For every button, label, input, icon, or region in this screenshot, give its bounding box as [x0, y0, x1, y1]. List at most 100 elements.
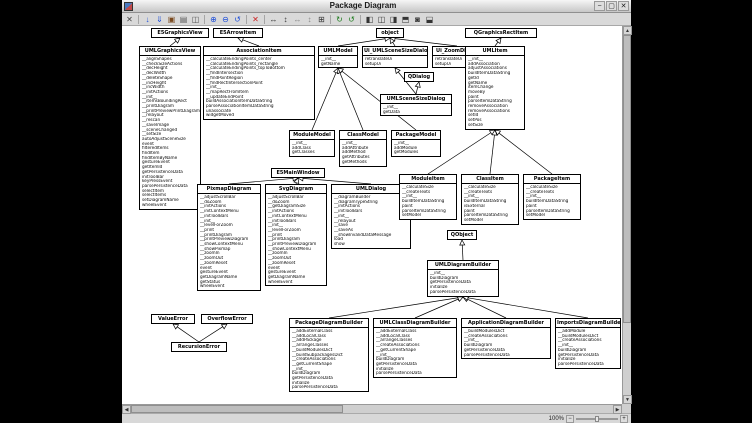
increase-width-icon[interactable]: ↔: [268, 14, 279, 25]
scroll-left-icon[interactable]: ◀: [122, 405, 131, 414]
v-scroll-track[interactable]: [623, 35, 631, 395]
class-ClassItem[interactable]: ClassItem__calculateSize__createTexts__i…: [461, 174, 519, 225]
class-UMLModel[interactable]: UMLModel__init__getName: [318, 46, 358, 68]
class-PackageItem[interactable]: PackageItem__calculateSize__createTexts_…: [523, 174, 581, 220]
class-ImportsDiagramBuilder[interactable]: ImportsDiagramBuilder__addModule__buildM…: [555, 318, 621, 369]
class-RecursionError[interactable]: RecursionError: [171, 342, 227, 352]
zoom-slider[interactable]: [576, 415, 618, 423]
align-top-icon[interactable]: ⬒: [400, 14, 411, 25]
class-ClassModel[interactable]: ClassModel__init__addAttributeaddMethodg…: [339, 130, 387, 167]
inheritance-arrowhead: [496, 38, 501, 44]
toolbar-separator: [246, 15, 247, 24]
class-methods: __addModule__buildModulesDict__createAss…: [556, 328, 620, 368]
h-scroll-thumb[interactable]: [131, 405, 343, 413]
class-methods: __calculateSize__createTexts__init__buil…: [524, 184, 580, 219]
title-bar[interactable]: Package Diagram − ▢ ✕: [122, 0, 631, 13]
class-title: QObject: [448, 231, 476, 239]
class-QGraphicsRectItem[interactable]: QGraphicsRectItem: [465, 28, 537, 38]
class-PackageDiagramBuilder[interactable]: PackageDiagramBuilder__addExternalClass_…: [289, 318, 369, 392]
v-scrollbar[interactable]: ▲ ▼: [622, 26, 631, 404]
save-icon[interactable]: ↓: [142, 14, 153, 25]
save-image-icon[interactable]: ▣: [166, 14, 177, 25]
scroll-right-icon[interactable]: ▶: [613, 405, 622, 414]
class-title: UMLModel: [319, 47, 357, 56]
canvas-wrap: E5GraphicsView E5ArrowItem object QGraphics…: [122, 26, 631, 404]
align-middle-icon[interactable]: ◙: [412, 14, 423, 25]
align-right-icon[interactable]: ◨: [388, 14, 399, 25]
increase-height-icon[interactable]: ↕: [280, 14, 291, 25]
class-PackageModel[interactable]: PackageModel__init__addModulegetModules: [391, 130, 441, 157]
relayout-icon[interactable]: ↻: [334, 14, 345, 25]
class-methods: __adjustScrollBar__doZoom__initActions__…: [198, 194, 260, 290]
scrollbar-corner: [622, 404, 631, 413]
class-title: AssociationItem: [204, 47, 314, 56]
class-QObject[interactable]: QObject: [447, 230, 477, 240]
window-controls: − ▢ ✕: [593, 1, 629, 11]
class-PixmapDiagram[interactable]: PixmapDiagram__adjustScrollBar__doZoom__…: [197, 184, 261, 291]
zoom-value-label: 100%: [549, 416, 564, 422]
class-QDialog[interactable]: QDialog: [404, 72, 434, 82]
print-preview-icon[interactable]: ◫: [190, 14, 201, 25]
class-title: ClassItem: [462, 175, 518, 184]
class-UMLGraphicsView[interactable]: UMLGraphicsView__alignShapes__checkSizeA…: [139, 46, 201, 210]
v-scroll-thumb[interactable]: [623, 35, 631, 323]
print-icon[interactable]: ▤: [178, 14, 189, 25]
inheritance-edge: [490, 135, 494, 174]
save-as-icon[interactable]: ⇓: [154, 14, 165, 25]
class-E5MainWindow[interactable]: E5MainWindow: [271, 168, 325, 178]
class-E5GraphicsView[interactable]: E5GraphicsView: [151, 28, 209, 38]
class-UMLDiagramBuilder[interactable]: UMLDiagramBuilder__init__buildDiagramget…: [427, 260, 499, 297]
class-UMLClassDiagramBuilder[interactable]: UMLClassDiagramBuilder__addExternalClass…: [373, 318, 457, 378]
class-AssociationItem[interactable]: AssociationItem__calculateEndingPoints_c…: [203, 46, 315, 120]
minimize-button[interactable]: −: [594, 1, 605, 11]
class-title: QGraphicsRectItem: [466, 29, 536, 37]
inheritance-edge: [467, 299, 506, 318]
class-title: object: [377, 29, 403, 37]
class-ApplicationDiagramBuilder[interactable]: ApplicationDiagramBuilder__buildModulesD…: [461, 318, 551, 359]
diagram-canvas[interactable]: E5GraphicsView E5ArrowItem object QGraphics…: [122, 26, 622, 404]
class-object[interactable]: object: [376, 28, 404, 38]
maximize-button[interactable]: ▢: [606, 1, 617, 11]
class-methods: retranslateUisetupUi: [363, 56, 427, 67]
class-title: ValueError: [152, 315, 194, 323]
decrease-width-icon[interactable]: ↔: [292, 14, 303, 25]
class-methods: __buildModulesDict__createAssociations__…: [462, 328, 550, 358]
class-Ui_UMLSceneSizeDialog[interactable]: Ui_UMLSceneSizeDialogretranslateUisetupU…: [362, 46, 428, 68]
app-window: Package Diagram − ▢ ✕ ✕↓⇓▣▤◫⊕⊖↺✕↔↕↔↕⊞↻↺◧…: [122, 0, 631, 423]
class-ValueError[interactable]: ValueError: [151, 314, 195, 324]
class-SvgDiagram[interactable]: SvgDiagram__adjustScrollBar__doZoom__get…: [265, 184, 327, 286]
inheritance-edge: [177, 327, 199, 342]
decrease-height-icon[interactable]: ↕: [304, 14, 315, 25]
delete-shape-icon[interactable]: ✕: [250, 14, 261, 25]
set-size-icon[interactable]: ⊞: [316, 14, 327, 25]
class-ModuleModel[interactable]: ModuleModel__init__addClassgetClasses: [289, 130, 335, 157]
close-button[interactable]: ✕: [618, 1, 629, 11]
scroll-down-icon[interactable]: ▼: [623, 395, 632, 404]
align-center-icon[interactable]: ◫: [376, 14, 387, 25]
scroll-up-icon[interactable]: ▲: [623, 26, 632, 35]
class-ModuleItem[interactable]: ModuleItem__calculateSize__createTexts__…: [399, 174, 457, 220]
class-OverflowError[interactable]: OverflowError: [201, 314, 253, 324]
class-E5ArrowItem[interactable]: E5ArrowItem: [213, 28, 263, 38]
status-bar: 100% − +: [122, 413, 631, 423]
rescan-icon[interactable]: ↺: [346, 14, 357, 25]
inheritance-edge: [395, 39, 457, 46]
zoom-reset-icon[interactable]: ↺: [232, 14, 243, 25]
zoom-out-button[interactable]: −: [566, 415, 574, 423]
class-UMLSceneSizeDialog[interactable]: UMLSceneSizeDialog__init__getData: [380, 94, 452, 116]
class-title: PackageDiagramBuilder: [290, 319, 368, 328]
toolbar-separator: [138, 15, 139, 24]
class-methods: __addExternalClass__addLocalClass__addPa…: [290, 328, 368, 391]
zoom-in-button[interactable]: +: [620, 415, 628, 423]
window-close-icon[interactable]: ✕: [124, 14, 135, 25]
h-scroll-track[interactable]: [131, 405, 613, 413]
toolbar-separator: [264, 15, 265, 24]
class-UMLItem[interactable]: UMLItem__init__addAssociationadjustAssoc…: [465, 46, 525, 130]
h-scrollbar[interactable]: ◀ ▶: [122, 404, 622, 413]
class-methods: __init__addAssociationadjustAssociations…: [466, 56, 524, 129]
zoom-in-icon[interactable]: ⊕: [208, 14, 219, 25]
zoom-out-icon[interactable]: ⊖: [220, 14, 231, 25]
align-left-icon[interactable]: ◧: [364, 14, 375, 25]
zoom-slider-handle[interactable]: [595, 416, 599, 422]
align-bottom-icon[interactable]: ⬓: [424, 14, 435, 25]
